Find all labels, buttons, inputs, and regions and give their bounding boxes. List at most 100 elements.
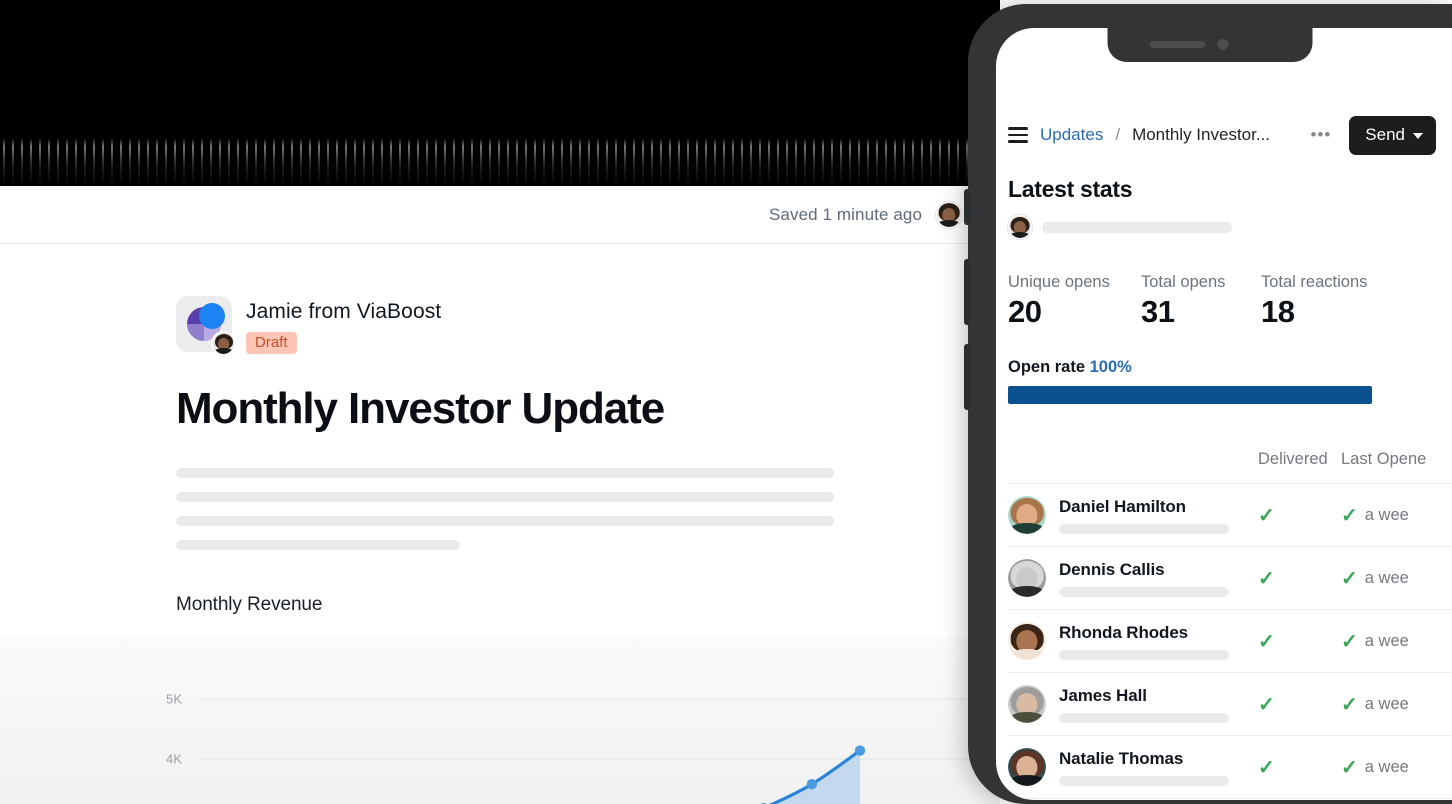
- check-icon: ✓: [1258, 756, 1275, 779]
- author-placeholder-row: [1008, 215, 1452, 239]
- breadcrumb-updates-link[interactable]: Updates: [1040, 125, 1103, 145]
- last-opened-text: a wee: [1364, 757, 1409, 776]
- table-row[interactable]: James Hall ✓ ✓ a wee: [1008, 673, 1452, 736]
- check-icon: ✓: [1341, 693, 1358, 716]
- check-icon: ✓: [1258, 504, 1275, 527]
- table-row[interactable]: John Dukes✓✓a wee: [1008, 799, 1452, 800]
- hamburger-icon[interactable]: [1008, 127, 1028, 143]
- open-rate-progress: [1008, 386, 1372, 404]
- stat-label: Unique opens: [1008, 273, 1110, 291]
- avatar-face-icon: [1008, 496, 1046, 534]
- table-row[interactable]: Natalie Thomas ✓ ✓ a wee: [1008, 736, 1452, 799]
- column-header-delivered: Delivered: [1258, 450, 1328, 468]
- stat-label: Total opens: [1141, 273, 1226, 291]
- recipient-name: James Hall: [1059, 685, 1147, 705]
- screenshot-root: Saved 1 minute ago Jamie from ViaBoost D…: [0, 0, 1452, 804]
- send-button-label: Send: [1365, 124, 1405, 144]
- chart-title: Monthly Revenue: [176, 594, 323, 616]
- last-opened-text: a wee: [1364, 631, 1409, 650]
- stat-label: Total reactions: [1261, 273, 1368, 291]
- breadcrumb-current: Monthly Investor...: [1132, 125, 1271, 144]
- desktop-app-window: Saved 1 minute ago Jamie from ViaBoost D…: [0, 186, 1000, 804]
- stat-value: 20: [1008, 294, 1042, 329]
- chart-y-tick-label: 5K: [166, 691, 183, 707]
- phone-notch: [1107, 28, 1313, 62]
- more-options-icon[interactable]: •••: [1304, 125, 1337, 145]
- avatar-face-icon: [213, 333, 234, 354]
- last-opened-cell: ✓ a wee: [1341, 503, 1409, 528]
- avatar-face-icon: [1008, 685, 1046, 723]
- phone-speaker-icon: [1149, 41, 1206, 48]
- placeholder-line: [1042, 221, 1232, 233]
- delivered-cell: ✓: [1258, 692, 1341, 717]
- phone-screen: Updates / Monthly Investor... ••• Send L…: [996, 28, 1452, 800]
- stat-unique-opens: Unique opens 20: [1008, 273, 1141, 330]
- avatar: [1008, 685, 1046, 723]
- table-row[interactable]: Rhonda Rhodes ✓ ✓ a wee: [1008, 610, 1452, 673]
- phone-top-bar: Updates / Monthly Investor... ••• Send: [1008, 108, 1452, 162]
- avatar: [1008, 622, 1046, 660]
- open-rate-progress-fill: [1008, 386, 1372, 404]
- chevron-down-icon: [1413, 132, 1423, 139]
- top-black-band: [0, 0, 1000, 186]
- last-opened-cell: ✓ a wee: [1341, 629, 1409, 654]
- placeholder-line: [1059, 586, 1229, 597]
- brand-owner-avatar: [211, 331, 236, 356]
- body-placeholder-lines: [176, 468, 1000, 551]
- avatar: [1008, 496, 1046, 534]
- phone-volume-down-button[interactable]: [964, 344, 970, 410]
- saved-status-text: Saved 1 minute ago: [768, 204, 922, 224]
- open-rate-row: Open rate 100%: [1008, 358, 1452, 377]
- send-button[interactable]: Send: [1349, 115, 1436, 155]
- avatar-face-icon: [1008, 748, 1046, 786]
- recipient-name: Natalie Thomas: [1059, 748, 1184, 768]
- placeholder-line: [1059, 775, 1229, 786]
- document-canvas: Jamie from ViaBoost Draft Monthly Invest…: [0, 244, 1000, 804]
- placeholder-line: [1059, 712, 1229, 723]
- avatar-face-icon: [1009, 216, 1031, 238]
- last-opened-cell: ✓ a wee: [1341, 566, 1409, 591]
- chart-data-point: [854, 745, 866, 756]
- table-row[interactable]: Dennis Callis ✓ ✓ a wee: [1008, 547, 1452, 610]
- check-icon: ✓: [1341, 756, 1358, 779]
- chart-data-point: [806, 779, 818, 790]
- band-dither-vertical: [0, 146, 1000, 186]
- stat-total-opens: Total opens 31: [1141, 273, 1261, 330]
- sender-row: Jamie from ViaBoost Draft: [176, 296, 1000, 356]
- phone-volume-up-button[interactable]: [964, 259, 970, 325]
- delivered-cell: ✓: [1258, 566, 1341, 591]
- last-opened-cell: ✓ a wee: [1341, 692, 1409, 717]
- latest-stats-heading: Latest stats: [1008, 176, 1133, 202]
- check-icon: ✓: [1341, 504, 1358, 527]
- stat-value: 31: [1141, 294, 1175, 329]
- stat-total-reactions: Total reactions 18: [1261, 273, 1367, 330]
- avatar[interactable]: [936, 201, 962, 228]
- last-opened-text: a wee: [1364, 505, 1409, 524]
- avatar-face-icon: [1008, 622, 1046, 660]
- viaboost-pie-logo-icon: [176, 296, 236, 356]
- placeholder-line: [176, 492, 834, 503]
- recipient-name: Rhonda Rhodes: [1059, 622, 1189, 642]
- placeholder-line: [1059, 649, 1229, 660]
- stat-value: 18: [1261, 294, 1295, 329]
- placeholder-line: [176, 516, 834, 527]
- check-icon: ✓: [1341, 567, 1358, 590]
- status-badge: Draft: [246, 332, 297, 354]
- desktop-header-bar: Saved 1 minute ago: [0, 186, 1000, 244]
- delivered-cell: ✓: [1258, 503, 1341, 528]
- table-row[interactable]: Daniel Hamilton ✓ ✓ a wee: [1008, 484, 1452, 547]
- band-dither-horizontal: [0, 138, 1000, 186]
- monthly-revenue-chart: 5K4K3K2K: [0, 638, 1000, 804]
- avatar: [1008, 748, 1046, 786]
- check-icon: ✓: [1258, 567, 1275, 590]
- phone-mute-button[interactable]: [964, 189, 970, 225]
- stats-row: Unique opens 20 Total opens 31 Total rea…: [1008, 273, 1452, 330]
- chart-svg: [200, 698, 1000, 804]
- placeholder-line: [176, 468, 834, 479]
- check-icon: ✓: [1341, 630, 1358, 653]
- last-opened-text: a wee: [1364, 568, 1409, 587]
- delivered-cell: ✓: [1258, 629, 1341, 654]
- check-icon: ✓: [1258, 693, 1275, 716]
- phone-mockup: Updates / Monthly Investor... ••• Send L…: [964, 4, 1452, 804]
- check-icon: ✓: [1258, 630, 1275, 653]
